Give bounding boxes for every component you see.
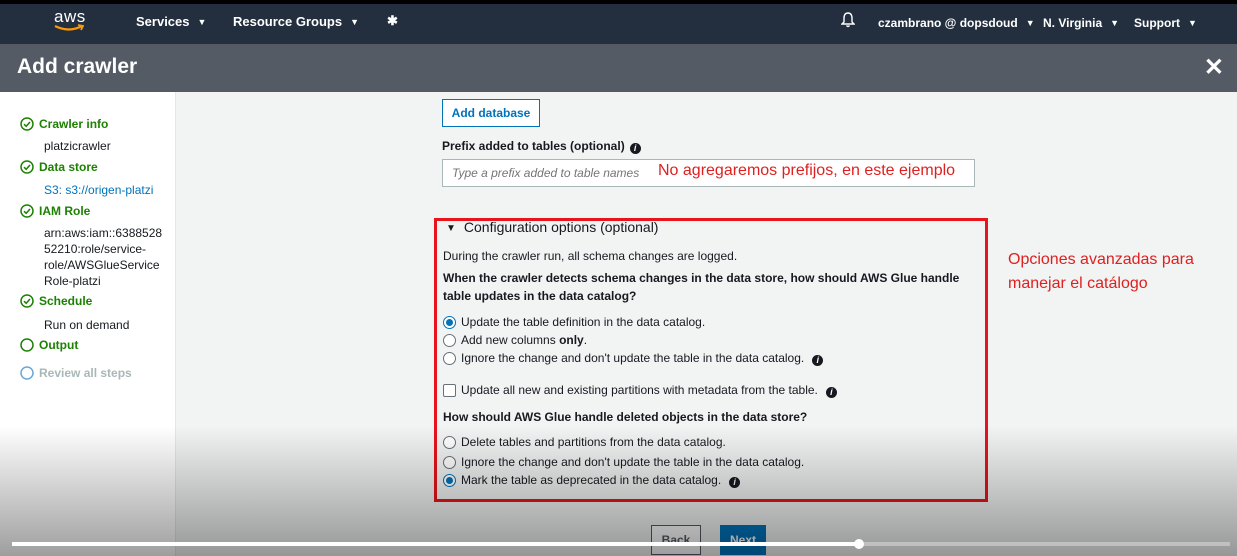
check-circle-icon xyxy=(20,294,34,308)
config-options-toggle[interactable]: ▼ Configuration options (optional) xyxy=(446,219,658,235)
step-label: Data store xyxy=(39,160,98,174)
radio-unchecked[interactable] xyxy=(443,436,456,449)
radio-unchecked[interactable] xyxy=(443,352,456,365)
step-label: Review all steps xyxy=(39,366,132,380)
info-icon[interactable]: i xyxy=(729,477,741,488)
page-title: Add crawler xyxy=(17,55,138,78)
checkbox-label: Update all new and existing partitions w… xyxy=(461,383,818,397)
step-output[interactable]: Output xyxy=(20,338,78,352)
radio-label: Update the table definition in the data … xyxy=(461,315,706,329)
radio-ignore-change[interactable]: Ignore the change and don't update the t… xyxy=(443,351,824,366)
resource-groups-menu[interactable]: Resource Groups ▼ xyxy=(233,14,359,29)
logged-text: During the crawler run, all schema chang… xyxy=(443,249,738,263)
step-schedule[interactable]: Schedule xyxy=(20,294,92,308)
radio-add-columns[interactable]: Add new columns only. xyxy=(443,333,587,347)
radio-label: Ignore the change and don't update the t… xyxy=(461,351,805,365)
region-label: N. Virginia xyxy=(1043,16,1103,30)
radio-mark-deprecated[interactable]: Mark the table as deprecated in the data… xyxy=(443,473,741,488)
radio-label: Add new columns xyxy=(461,333,560,347)
chevron-down-icon: ▼ xyxy=(350,17,360,27)
info-icon[interactable]: i xyxy=(825,387,837,398)
prefix-label: Prefix added to tables (optional) i xyxy=(442,139,641,154)
caret-down-icon: ▼ xyxy=(446,223,456,234)
radio-update-definition[interactable]: Update the table definition in the data … xyxy=(443,315,705,329)
config-title-text: Configuration options (optional) xyxy=(463,219,659,235)
support-menu[interactable]: Support ▼ xyxy=(1134,16,1197,30)
step-detail: platzicrawler xyxy=(44,139,111,153)
step-detail: Run on demand xyxy=(44,318,130,332)
radio-label: Delete tables and partitions from the da… xyxy=(461,435,726,449)
schema-question-line2: table updates in the data catalog? xyxy=(443,289,637,303)
radio-label: Ignore the change and don't update the t… xyxy=(461,455,805,469)
prefix-label-text: Prefix added to tables (optional) xyxy=(442,139,625,153)
radio-ignore-deleted[interactable]: Ignore the change and don't update the t… xyxy=(443,455,804,469)
circle-icon xyxy=(20,366,34,380)
step-label: Crawler info xyxy=(39,117,109,131)
chevron-down-icon: ▼ xyxy=(1188,18,1197,28)
radio-unchecked[interactable] xyxy=(443,456,456,469)
form-content: Add database Prefix added to tables (opt… xyxy=(176,92,1237,556)
step-label: Schedule xyxy=(39,294,93,308)
radio-label-bold: only xyxy=(559,333,584,347)
main-panel: Add database Prefix added to tables (opt… xyxy=(176,92,1237,556)
options-annotation: Opciones avanzadas para manejar el catál… xyxy=(1008,251,1194,292)
check-circle-icon xyxy=(20,117,34,131)
radio-label-end: . xyxy=(583,333,588,347)
chevron-down-icon: ▼ xyxy=(1025,18,1035,28)
user-menu[interactable]: czambrano @ dopsdoud ▼ xyxy=(878,16,1035,30)
pin-icon[interactable]: ✱ xyxy=(387,13,398,29)
bell-icon-svg xyxy=(840,12,856,28)
step-label: Output xyxy=(39,338,79,352)
aws-logo[interactable]: aws xyxy=(54,8,90,38)
video-scrubber-handle[interactable] xyxy=(853,539,864,549)
title-bar: Add crawler ✕ xyxy=(0,44,1237,92)
radio-checked[interactable] xyxy=(443,474,456,487)
check-circle-icon xyxy=(20,204,34,218)
step-iam-role[interactable]: IAM Role xyxy=(20,204,90,218)
next-button[interactable]: Next xyxy=(720,525,766,555)
services-label: Services xyxy=(136,14,190,29)
services-menu[interactable]: Services ▼ xyxy=(136,14,206,29)
checkbox-update-partitions[interactable]: Update all new and existing partitions w… xyxy=(443,383,837,398)
video-progress-fill xyxy=(12,542,859,546)
region-menu[interactable]: N. Virginia ▼ xyxy=(1043,16,1119,30)
back-button[interactable]: Back xyxy=(651,525,701,555)
schema-question-line1: When the crawler detects schema changes … xyxy=(443,271,960,285)
info-icon[interactable]: i xyxy=(812,355,824,366)
step-detail: role/AWSGlueService xyxy=(44,258,160,272)
radio-delete-tables[interactable]: Delete tables and partitions from the da… xyxy=(443,435,726,449)
screen: aws Services ▼ Resource Groups ▼ ✱ czambra… xyxy=(0,0,1237,556)
aws-smile-icon xyxy=(54,24,84,31)
step-detail: arn:aws:iam::6388528 xyxy=(44,226,163,240)
info-icon[interactable]: i xyxy=(629,143,641,154)
step-detail: 52210:role/service- xyxy=(44,242,147,256)
step-review: Review all steps xyxy=(20,366,132,380)
top-edge xyxy=(0,0,1237,4)
step-detail: Role-platzi xyxy=(44,274,101,288)
radio-label: Mark the table as deprecated in the data… xyxy=(461,473,722,487)
step-detail[interactable]: S3: s3://origen-platzi xyxy=(44,182,153,198)
checkbox[interactable] xyxy=(443,384,456,397)
chevron-down-icon: ▼ xyxy=(197,17,207,27)
step-crawler-info[interactable]: Crawler info xyxy=(20,117,108,131)
video-progress-bar[interactable] xyxy=(12,539,1230,549)
circle-icon xyxy=(20,338,34,352)
top-nav: aws Services ▼ Resource Groups ▼ ✱ czambra… xyxy=(0,0,1237,44)
radio-unchecked[interactable] xyxy=(443,334,456,347)
close-icon[interactable]: ✕ xyxy=(1204,53,1224,82)
step-data-store[interactable]: Data store xyxy=(20,160,98,174)
support-label: Support xyxy=(1134,16,1180,30)
user-label: czambrano @ dopsdoud xyxy=(878,16,1018,30)
resource-groups-label: Resource Groups xyxy=(233,14,343,29)
radio-checked[interactable] xyxy=(443,316,456,329)
check-circle-icon xyxy=(20,160,34,174)
deleted-question: How should AWS Glue handle deleted objec… xyxy=(443,410,808,424)
add-database-button[interactable]: Add database xyxy=(442,99,540,127)
step-label: IAM Role xyxy=(39,204,91,218)
chevron-down-icon: ▼ xyxy=(1110,18,1120,28)
prefix-annotation: No agregaremos prefijos, en este ejemplo xyxy=(658,162,956,179)
wizard-steps: Crawler info platzicrawler Data store S3… xyxy=(0,92,176,556)
bell-icon[interactable] xyxy=(840,12,856,31)
